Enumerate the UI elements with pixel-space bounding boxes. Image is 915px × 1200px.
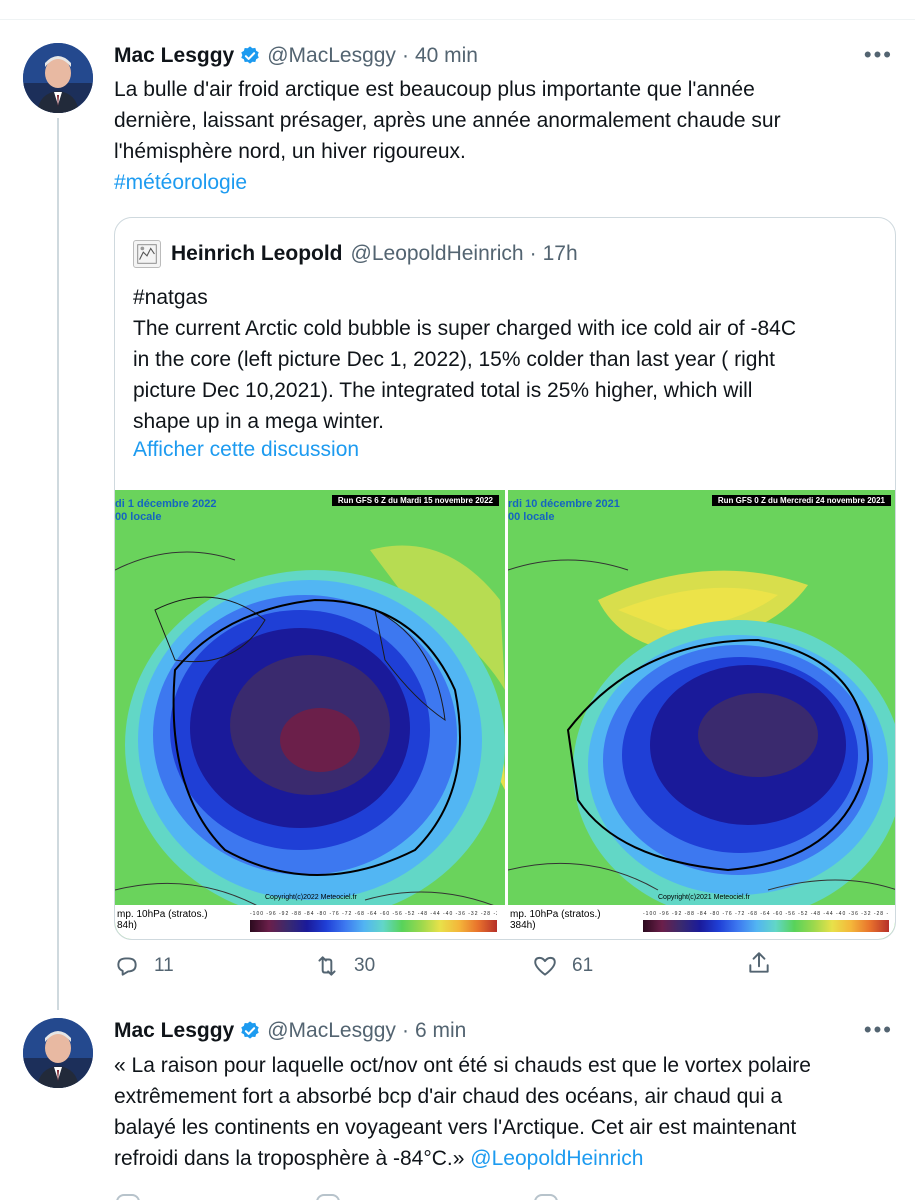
map-date-label: di 1 décembre 2022 00 locale <box>115 498 217 524</box>
map-legend-area: mp. 10hPa (stratos.) 84h) -100 -96 -92 -… <box>115 905 505 939</box>
more-horizontal-icon[interactable]: ••• <box>864 42 893 68</box>
verified-badge-icon <box>241 1021 259 1039</box>
tweet-header: Mac Lesggy @MacLesggy · 6 min <box>114 1016 466 1046</box>
quoted-tweet-card[interactable]: Heinrich Leopold @LeopoldHeinrich · 17h … <box>114 217 896 940</box>
next-action-bar-partial <box>114 1190 894 1200</box>
reply-count: 11 <box>154 955 174 976</box>
tweet-action-bar: 11 30 61 <box>114 948 774 984</box>
thread-connector-line <box>57 118 59 1010</box>
quoted-tweet-timestamp[interactable]: 17h <box>543 242 578 266</box>
tweet-body: « La raison pour laquelle oct/nov ont ét… <box>114 1050 894 1174</box>
color-scale: -100 -96 -92 -88 -84 -80 -76 -72 -68 -64… <box>643 911 889 933</box>
reply-button[interactable]: 11 <box>114 948 174 984</box>
share-icon[interactable] <box>746 950 772 976</box>
tweet-timestamp[interactable]: 40 min <box>415 44 478 68</box>
map-legend-line: 384h) <box>510 920 536 931</box>
map-legend-line: 84h) <box>117 920 138 931</box>
tweet-body: La bulle d'air froid arctique est beauco… <box>114 74 874 198</box>
retweet-button[interactable]: 30 <box>314 948 375 984</box>
map-run-label: Run GFS 6 Z du Mardi 15 novembre 2022 <box>331 495 499 506</box>
hashtag-link[interactable]: #météorologie <box>114 167 874 198</box>
tweet-timestamp[interactable]: 6 min <box>415 1019 466 1043</box>
quoted-text-line: The current Arctic cold bubble is super … <box>133 317 796 340</box>
top-divider <box>0 0 915 20</box>
map-copyright: Copyright(c)2022 Meteociel.fr <box>265 894 357 901</box>
quoted-author-avatar <box>133 240 161 268</box>
map-legend-line: mp. 10hPa (stratos.) <box>117 909 208 920</box>
retweet-icon <box>318 956 336 976</box>
quoted-text-line: shape up in a mega winter. <box>133 410 384 433</box>
tweet-text-line: La bulle d'air froid arctique est beauco… <box>114 78 755 101</box>
map-date-line: di 1 décembre 2022 <box>115 498 217 510</box>
avatar-photo <box>23 43 93 113</box>
quoted-author-name[interactable]: Heinrich Leopold <box>171 242 343 266</box>
tweet-text-line: refroidi dans la troposphère à -84°C.» <box>114 1147 465 1170</box>
separator-dot: · <box>401 44 409 67</box>
tweet-text-line: « La raison pour laquelle oct/nov ont ét… <box>114 1054 811 1077</box>
like-count: 61 <box>572 955 594 976</box>
author-name[interactable]: Mac Lesggy <box>114 1019 234 1043</box>
weather-map-image <box>508 490 895 939</box>
quoted-media[interactable]: di 1 décembre 2022 00 locale Run GFS 6 Z… <box>115 490 895 939</box>
map-copyright: Copyright(c)2021 Meteociel.fr <box>658 894 750 901</box>
map-legend-line: mp. 10hPa (stratos.) <box>510 909 601 920</box>
color-scale: -100 -96 -92 -88 -84 -80 -76 -72 -68 -64… <box>250 911 497 933</box>
heart-icon <box>534 1194 558 1200</box>
show-thread-link[interactable]: Afficher cette discussion <box>133 438 359 462</box>
author-handle[interactable]: @MacLesggy <box>267 1019 396 1043</box>
tweet-text-line: extrêmement fort a absorbé bcp d'air cha… <box>114 1085 783 1108</box>
weather-map-right[interactable]: rdi 10 décembre 2021 00 locale Run GFS 0… <box>508 490 895 939</box>
heart-icon <box>534 956 556 976</box>
map-legend-title: mp. 10hPa (stratos.) 384h) <box>510 909 601 931</box>
color-scale-ticks: -100 -96 -92 -88 -84 -80 -76 -72 -68 -64… <box>250 911 497 917</box>
map-time-line: 00 locale <box>115 511 162 523</box>
color-scale-bar <box>250 920 497 932</box>
author-handle[interactable]: @MacLesggy <box>267 44 396 68</box>
weather-map-image <box>115 490 505 939</box>
quoted-tweet-header: Heinrich Leopold @LeopoldHeinrich · 17h <box>133 240 578 268</box>
tweet-header: Mac Lesggy @MacLesggy · 40 min <box>114 41 478 71</box>
reply-icon <box>117 957 137 976</box>
tweet-text-line-with-mention: refroidi dans la troposphère à -84°C.» @… <box>114 1143 894 1174</box>
map-time-line: 00 locale <box>508 511 555 523</box>
tweet-text-line: dernière, laissant présager, après une a… <box>114 109 781 132</box>
color-scale-bar <box>643 920 889 932</box>
map-date-line: rdi 10 décembre 2021 <box>508 498 620 510</box>
reply-icon <box>116 1194 140 1200</box>
map-legend-title: mp. 10hPa (stratos.) 84h) <box>117 909 208 931</box>
map-legend-area: mp. 10hPa (stratos.) 384h) -100 -96 -92 … <box>508 905 895 939</box>
avatar[interactable] <box>23 43 93 113</box>
color-scale-ticks: -100 -96 -92 -88 -84 -80 -76 -72 -68 -64… <box>643 911 889 917</box>
tweet-text-line: balayé les continents en voyageant vers … <box>114 1116 797 1139</box>
separator-dot: · <box>401 1019 409 1042</box>
tweet-text-line: l'hémisphère nord, un hiver rigoureux. <box>114 140 466 163</box>
like-button[interactable]: 61 <box>532 948 593 984</box>
quoted-text-line: picture Dec 10,2021). The integrated tot… <box>133 379 753 402</box>
separator-dot: · <box>529 242 537 265</box>
avatar[interactable] <box>23 1018 93 1088</box>
map-date-label: rdi 10 décembre 2021 00 locale <box>508 498 620 524</box>
quoted-author-handle[interactable]: @LeopoldHeinrich <box>351 242 524 266</box>
retweet-count: 30 <box>354 955 376 976</box>
author-name[interactable]: Mac Lesggy <box>114 44 234 68</box>
avatar-photo <box>23 1018 93 1088</box>
verified-badge-icon <box>241 46 259 64</box>
quoted-text-line: in the core (left picture Dec 1, 2022), … <box>133 348 775 371</box>
mention-link[interactable]: @LeopoldHeinrich <box>470 1147 643 1170</box>
more-horizontal-icon[interactable]: ••• <box>864 1017 893 1043</box>
map-run-label: Run GFS 0 Z du Mercredi 24 novembre 2021 <box>711 495 891 506</box>
weather-map-left[interactable]: di 1 décembre 2022 00 locale Run GFS 6 Z… <box>115 490 505 939</box>
quoted-hashtag: #natgas <box>133 286 208 309</box>
quoted-tweet-body: #natgas The current Arctic cold bubble i… <box>133 282 883 437</box>
retweet-icon <box>316 1194 340 1200</box>
